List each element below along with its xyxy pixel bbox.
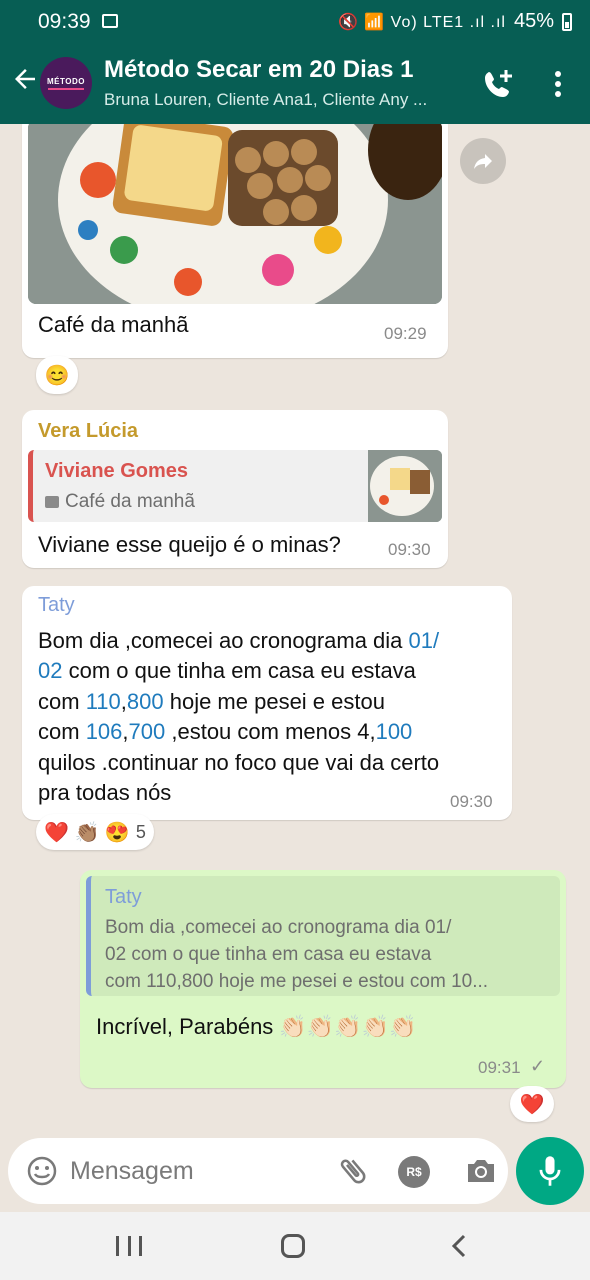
sender-name: Taty [38,594,75,616]
reaction-badge[interactable]: ❤️ [510,1086,554,1122]
breakfast-photo[interactable] [28,124,442,304]
gallery-notification-icon [102,14,118,28]
group-title[interactable]: Método Secar em 20 Dias 1 [104,56,413,84]
message-outgoing[interactable]: Taty Bom dia ,comecei ao cronograma dia … [80,870,566,1088]
reaction-emoji: 😊 [44,364,70,387]
quoted-sender: Taty [105,886,142,908]
battery-percent: 45% [513,10,554,32]
back-arrow-icon[interactable] [8,64,42,98]
more-options-icon[interactable] [546,68,570,100]
quoted-sender: Viviane Gomes [45,460,189,482]
recents-icon[interactable] [116,1236,142,1256]
text-line-4: com 106,700 ,estou com menos 4,100 [38,719,413,745]
chat-header: MÉTODO Método Secar em 20 Dias 1 Bruna L… [0,44,590,124]
reaction-count: 5 [135,821,146,842]
number-link[interactable]: 110 [86,689,121,714]
message-time: 09:29 [384,324,427,343]
quoted-text: Café da manhã [65,491,195,512]
signal-icons: 🔇 📶 Vo) LTE1 .ıl .ıl [337,13,506,31]
reaction-emoji: ❤️ [519,1093,545,1116]
group-avatar[interactable]: MÉTODO [40,57,92,109]
message-input[interactable] [70,1138,320,1204]
quoted-text: Bom dia ,comecei ao cronograma dia 01/ 0… [105,917,489,992]
number-link[interactable]: 800 [127,689,164,714]
image-caption: Café da manhã [38,312,189,337]
message-vera[interactable]: Vera Lúcia Viviane Gomes Café da manhã V… [22,410,448,568]
sent-check-icon: ✓ [530,1056,546,1076]
group-participants[interactable]: Bruna Louren, Cliente Ana1, Cliente Any … [104,90,460,110]
text-line-3: com 110,800 hoje me pesei e estou [38,688,385,714]
camera-icon[interactable] [464,1155,498,1187]
microphone-icon [539,1156,561,1186]
number-link[interactable]: 106 [86,719,123,744]
add-call-icon[interactable] [480,66,516,102]
reaction-emojis: ❤️ 👏🏽 😍 [44,821,130,844]
quoted-message[interactable]: Viviane Gomes Café da manhã [28,450,442,522]
message-time: 09:31 [478,1058,521,1077]
home-icon[interactable] [281,1234,305,1258]
payment-icon[interactable]: R$ [398,1156,430,1188]
photo-icon [45,495,59,508]
reaction-badge[interactable]: 😊 [36,356,78,394]
date-link[interactable]: 01/ [409,628,440,653]
chat-area[interactable]: Café da manhã 09:29 😊 Vera Lúcia Viviane… [0,124,590,1132]
text-line-5: quilos .continuar no foco que vai da cer… [38,749,440,775]
quoted-thumbnail [368,450,442,522]
system-nav-bar [0,1212,590,1280]
text-line-2: 02 com o que tinha em casa eu estava [38,658,416,684]
mic-button[interactable] [516,1137,584,1205]
number-link[interactable]: 700 [129,719,166,744]
message-time: 09:30 [388,540,431,559]
message-composer: R$ [8,1138,508,1204]
quoted-text-row: Café da manhã [45,488,195,515]
number-link[interactable]: 100 [376,719,413,744]
emoji-icon[interactable] [26,1155,58,1187]
status-indicators: 🔇 📶 Vo) LTE1 .ıl .ıl 45% [338,10,572,33]
avatar-logo-text: MÉTODO [47,76,85,86]
forward-icon[interactable] [460,138,506,184]
message-text: Viviane esse queijo é o minas? [38,532,341,557]
text-line-6: pra todas nós [38,780,172,806]
avatar-logo-line [48,87,84,90]
nav-back-icon[interactable] [446,1232,472,1260]
status-time: 09:39 [38,10,91,33]
battery-icon [562,12,572,31]
sender-name: Vera Lúcia [38,420,139,442]
message-text: Bom dia ,comecei ao cronograma dia 01/ 0… [38,626,508,808]
status-bar: 09:39 🔇 📶 Vo) LTE1 .ıl .ıl 45% [0,0,590,44]
message-taty[interactable]: Taty Bom dia ,comecei ao cronograma dia … [22,586,512,820]
message-text: Incrível, Parabéns 👏🏻👏🏻👏🏻👏🏻👏🏻 [96,1014,417,1039]
attach-icon[interactable] [336,1154,370,1188]
quoted-message[interactable]: Taty Bom dia ,comecei ao cronograma dia … [86,876,560,996]
message-time: 09:30 [450,792,493,811]
date-link[interactable]: 02 [38,658,62,683]
reaction-badge[interactable]: ❤️ 👏🏽 😍 5 [36,814,154,850]
image-message[interactable]: Café da manhã 09:29 [22,124,448,358]
text-line-1: Bom dia ,comecei ao cronograma dia 01/ [38,628,440,653]
